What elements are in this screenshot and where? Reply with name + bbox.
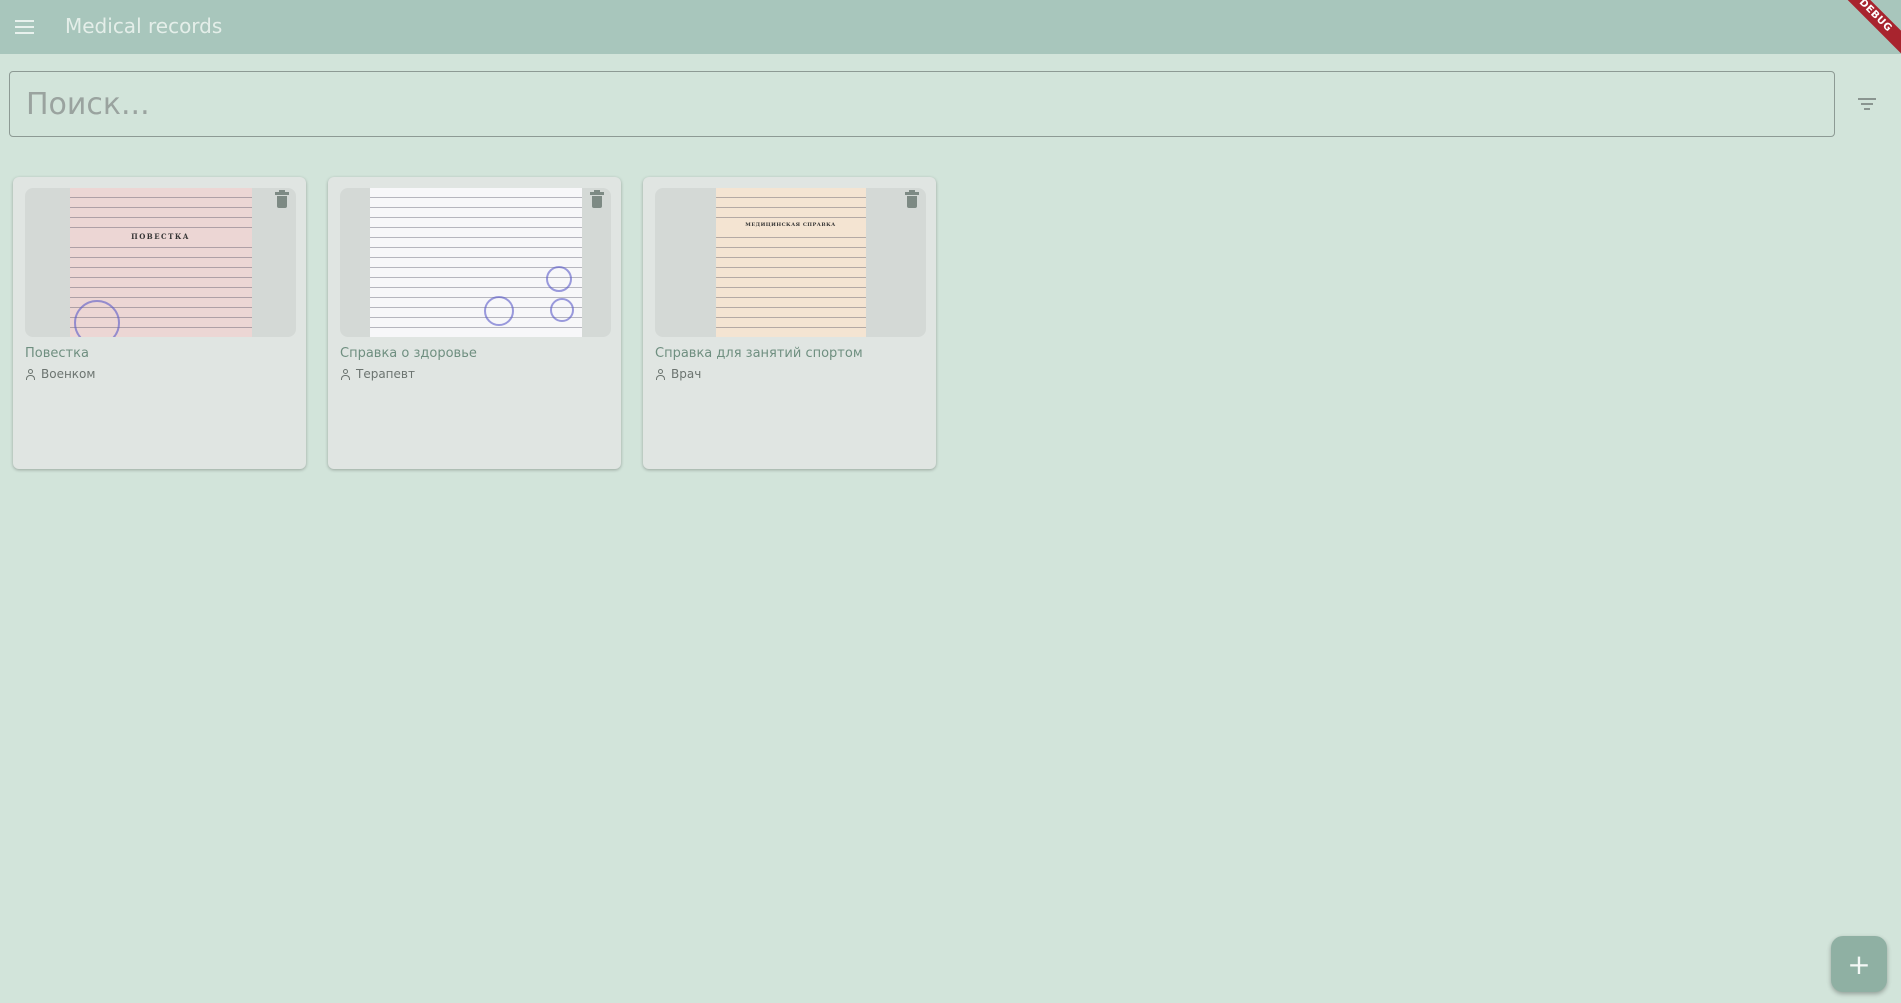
- record-author: Терапевт: [340, 367, 415, 381]
- record-author: Врач: [655, 367, 701, 381]
- record-title: Повестка: [25, 346, 89, 361]
- document-scan-image: МЕДИЦИНСКАЯ СПРАВКА: [715, 188, 866, 337]
- record-thumbnail[interactable]: ПОВЕСТКА: [25, 188, 296, 337]
- record-card[interactable]: ПОВЕСТКА Повестка Военком: [13, 177, 306, 469]
- search-input[interactable]: [10, 72, 1834, 136]
- app-title: Medical records: [65, 14, 223, 38]
- record-title: Справка о здоровье: [340, 346, 477, 361]
- stamp-image: [545, 266, 572, 292]
- app-bar: Medical records: [0, 0, 1901, 54]
- record-thumbnail[interactable]: [340, 188, 611, 337]
- author-label: Терапевт: [356, 367, 415, 381]
- record-card[interactable]: МЕДИЦИНСКАЯ СПРАВКА Справка для занятий …: [643, 177, 936, 469]
- add-record-button[interactable]: +: [1831, 936, 1887, 992]
- stamp-image: [549, 298, 574, 322]
- delete-icon[interactable]: [275, 190, 289, 209]
- menu-icon[interactable]: [8, 11, 40, 43]
- filter-icon[interactable]: [1855, 92, 1879, 116]
- stamp-image: [483, 296, 514, 326]
- document-scan-image: [369, 188, 582, 337]
- document-heading: ПОВЕСТКА: [69, 232, 252, 241]
- author-label: Военком: [41, 367, 96, 381]
- document-heading: МЕДИЦИНСКАЯ СПРАВКА: [715, 222, 866, 228]
- delete-icon[interactable]: [590, 190, 604, 209]
- record-card[interactable]: Справка о здоровье Терапевт: [328, 177, 621, 469]
- person-icon: [655, 368, 666, 380]
- record-title: Справка для занятий спортом: [655, 346, 863, 361]
- person-icon: [25, 368, 36, 380]
- author-label: Врач: [671, 367, 702, 381]
- add-icon: +: [1847, 947, 1871, 981]
- search-field[interactable]: [9, 71, 1835, 137]
- delete-icon[interactable]: [905, 190, 919, 209]
- document-scan-image: ПОВЕСТКА: [69, 188, 252, 337]
- record-author: Военком: [25, 367, 95, 381]
- person-icon: [340, 368, 351, 380]
- stamp-image: [73, 300, 120, 337]
- record-thumbnail[interactable]: МЕДИЦИНСКАЯ СПРАВКА: [655, 188, 926, 337]
